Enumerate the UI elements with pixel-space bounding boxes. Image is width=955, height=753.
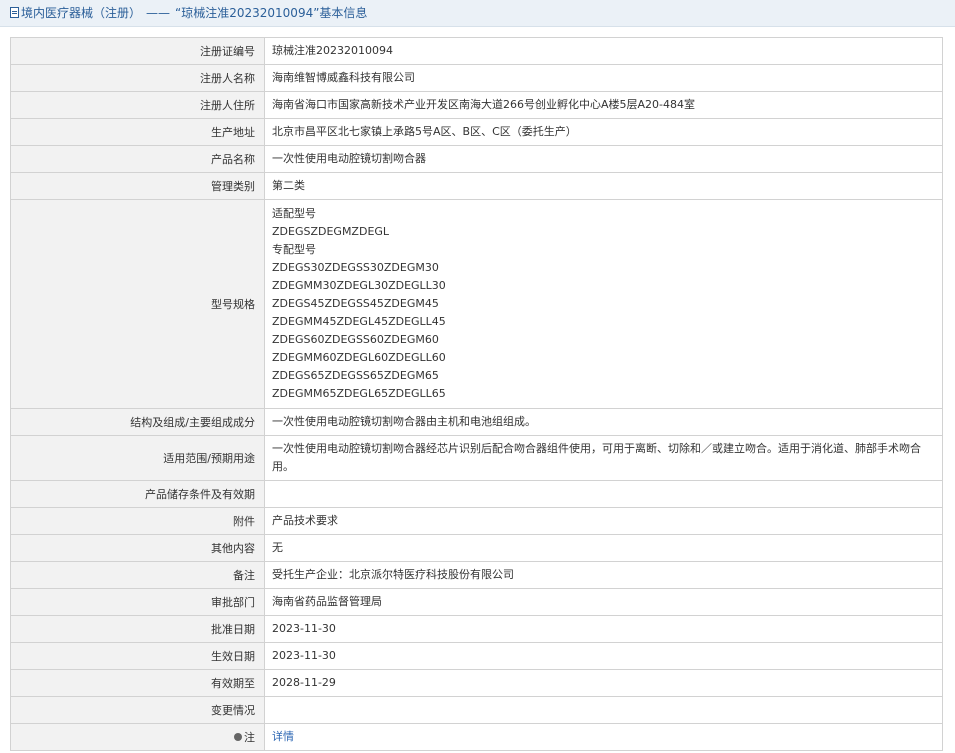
table-row-note: 注 详情 (10, 723, 943, 751)
details-link[interactable]: 详情 (272, 730, 294, 743)
row-label: 产品名称 (10, 145, 265, 173)
models-value: 适配型号 ZDEGSZDEGMZDEGL 专配型号 ZDEGS30ZDEGSS3… (264, 199, 943, 409)
row-value: 2028-11-29 (264, 669, 943, 697)
model-line: 适配型号 (272, 207, 316, 220)
table-row: 审批部门 海南省药品监督管理局 (10, 588, 943, 616)
row-label: 产品储存条件及有效期 (10, 480, 265, 508)
structure-value: 一次性使用电动腔镜切割吻合器由主机和电池组组成。 (264, 408, 943, 436)
row-value: 受托生产企业：北京派尔特医疗科技股份有限公司 (264, 561, 943, 589)
row-label: 变更情况 (10, 696, 265, 724)
row-value: 琼械注准20232010094 (264, 37, 943, 65)
row-value (264, 696, 943, 724)
row-value: 海南维智博威鑫科技有限公司 (264, 64, 943, 92)
scope-label: 适用范围/预期用途 (10, 435, 265, 481)
note-label: 注 (244, 731, 255, 744)
note-value: 详情 (264, 723, 943, 751)
table-row: 批准日期 2023-11-30 (10, 615, 943, 643)
table-row: 管理类别 第二类 (10, 172, 943, 200)
table-row: 适用范围/预期用途 一次性使用电动腔镜切割吻合器经芯片识别后配合吻合器组件使用，可… (10, 435, 943, 481)
model-line: 专配型号 (272, 243, 316, 256)
row-value (264, 480, 943, 508)
row-label: 注册人名称 (10, 64, 265, 92)
row-label: 批准日期 (10, 615, 265, 643)
document-icon (10, 7, 19, 18)
info-table: 注册证编号 琼械注准20232010094 注册人名称 海南维智博威鑫科技有限公司 … (10, 37, 943, 751)
row-value: 2023-11-30 (264, 615, 943, 643)
table-row: 注册证编号 琼械注准20232010094 (10, 37, 943, 65)
row-label: 有效期至 (10, 669, 265, 697)
table-row: 其他内容无 (10, 534, 943, 562)
row-value: 2023-11-30 (264, 642, 943, 670)
header-section: 境内医疗器械（注册） (21, 6, 142, 20)
table-row: 有效期至 2028-11-29 (10, 669, 943, 697)
row-value: 海南省海口市国家高新技术产业开发区南海大道266号创业孵化中心A楼5层A20-4… (264, 91, 943, 119)
model-line: ZDEGSZDEGMZDEGL (272, 225, 390, 238)
scope-value: 一次性使用电动腔镜切割吻合器经芯片识别后配合吻合器组件使用，可用于离断、切除和／… (264, 435, 943, 481)
row-value: 一次性使用电动腔镜切割吻合器 (264, 145, 943, 173)
note-label-cell: 注 (10, 723, 265, 751)
header-title: “琼械注准20232010094”基本信息 (175, 6, 368, 20)
structure-label: 结构及组成/主要组成成分 (10, 408, 265, 436)
model-line: ZDEGS45ZDEGSS45ZDEGM45 (272, 297, 439, 310)
page-header: 境内医疗器械（注册） —— “琼械注准20232010094”基本信息 (0, 0, 955, 27)
model-line: ZDEGMM60ZDEGL60ZDEGLL60 (272, 351, 446, 364)
row-label: 审批部门 (10, 588, 265, 616)
table-row: 生产地址 北京市昌平区北七家镇上承路5号A区、B区、C区（委托生产） (10, 118, 943, 146)
table-row: 附件 产品技术要求 (10, 507, 943, 535)
row-label: 注册人住所 (10, 91, 265, 119)
model-line: ZDEGMM65ZDEGL65ZDEGLL65 (272, 387, 446, 400)
row-value: 第二类 (264, 172, 943, 200)
model-line: ZDEGS30ZDEGSS30ZDEGM30 (272, 261, 439, 274)
header-separator: —— (146, 6, 171, 20)
table-row: 产品名称 一次性使用电动腔镜切割吻合器 (10, 145, 943, 173)
row-label: 附件 (10, 507, 265, 535)
table-row: 备注 受托生产企业：北京派尔特医疗科技股份有限公司 (10, 561, 943, 589)
table-row: 产品储存条件及有效期 (10, 480, 943, 508)
row-label: 管理类别 (10, 172, 265, 200)
row-label: 注册证编号 (10, 37, 265, 65)
row-value: 北京市昌平区北七家镇上承路5号A区、B区、C区（委托生产） (264, 118, 943, 146)
model-line: ZDEGS65ZDEGSS65ZDEGM65 (272, 369, 439, 382)
models-label: 型号规格 (10, 199, 265, 409)
row-value: 海南省药品监督管理局 (264, 588, 943, 616)
row-label: 生产地址 (10, 118, 265, 146)
row-value: 产品技术要求 (264, 507, 943, 535)
table-row: 注册人住所 海南省海口市国家高新技术产业开发区南海大道266号创业孵化中心A楼5层… (10, 91, 943, 119)
table-row: 变更情况 (10, 696, 943, 724)
table-row: 生效日期 2023-11-30 (10, 642, 943, 670)
model-line: ZDEGS60ZDEGSS60ZDEGM60 (272, 333, 439, 346)
row-label: 备注 (10, 561, 265, 589)
model-line: ZDEGMM45ZDEGL45ZDEGLL45 (272, 315, 446, 328)
table-row: 注册人名称 海南维智博威鑫科技有限公司 (10, 64, 943, 92)
model-line: ZDEGMM30ZDEGL30ZDEGLL30 (272, 279, 446, 292)
row-label: 其他内容 (10, 534, 265, 562)
table-row-models: 型号规格 适配型号 ZDEGSZDEGMZDEGL 专配型号 ZDEGS30ZD… (10, 199, 943, 409)
row-label: 生效日期 (10, 642, 265, 670)
table-row: 结构及组成/主要组成成分 一次性使用电动腔镜切割吻合器由主机和电池组组成。 (10, 408, 943, 436)
row-value: 无 (264, 534, 943, 562)
note-icon (234, 733, 242, 741)
